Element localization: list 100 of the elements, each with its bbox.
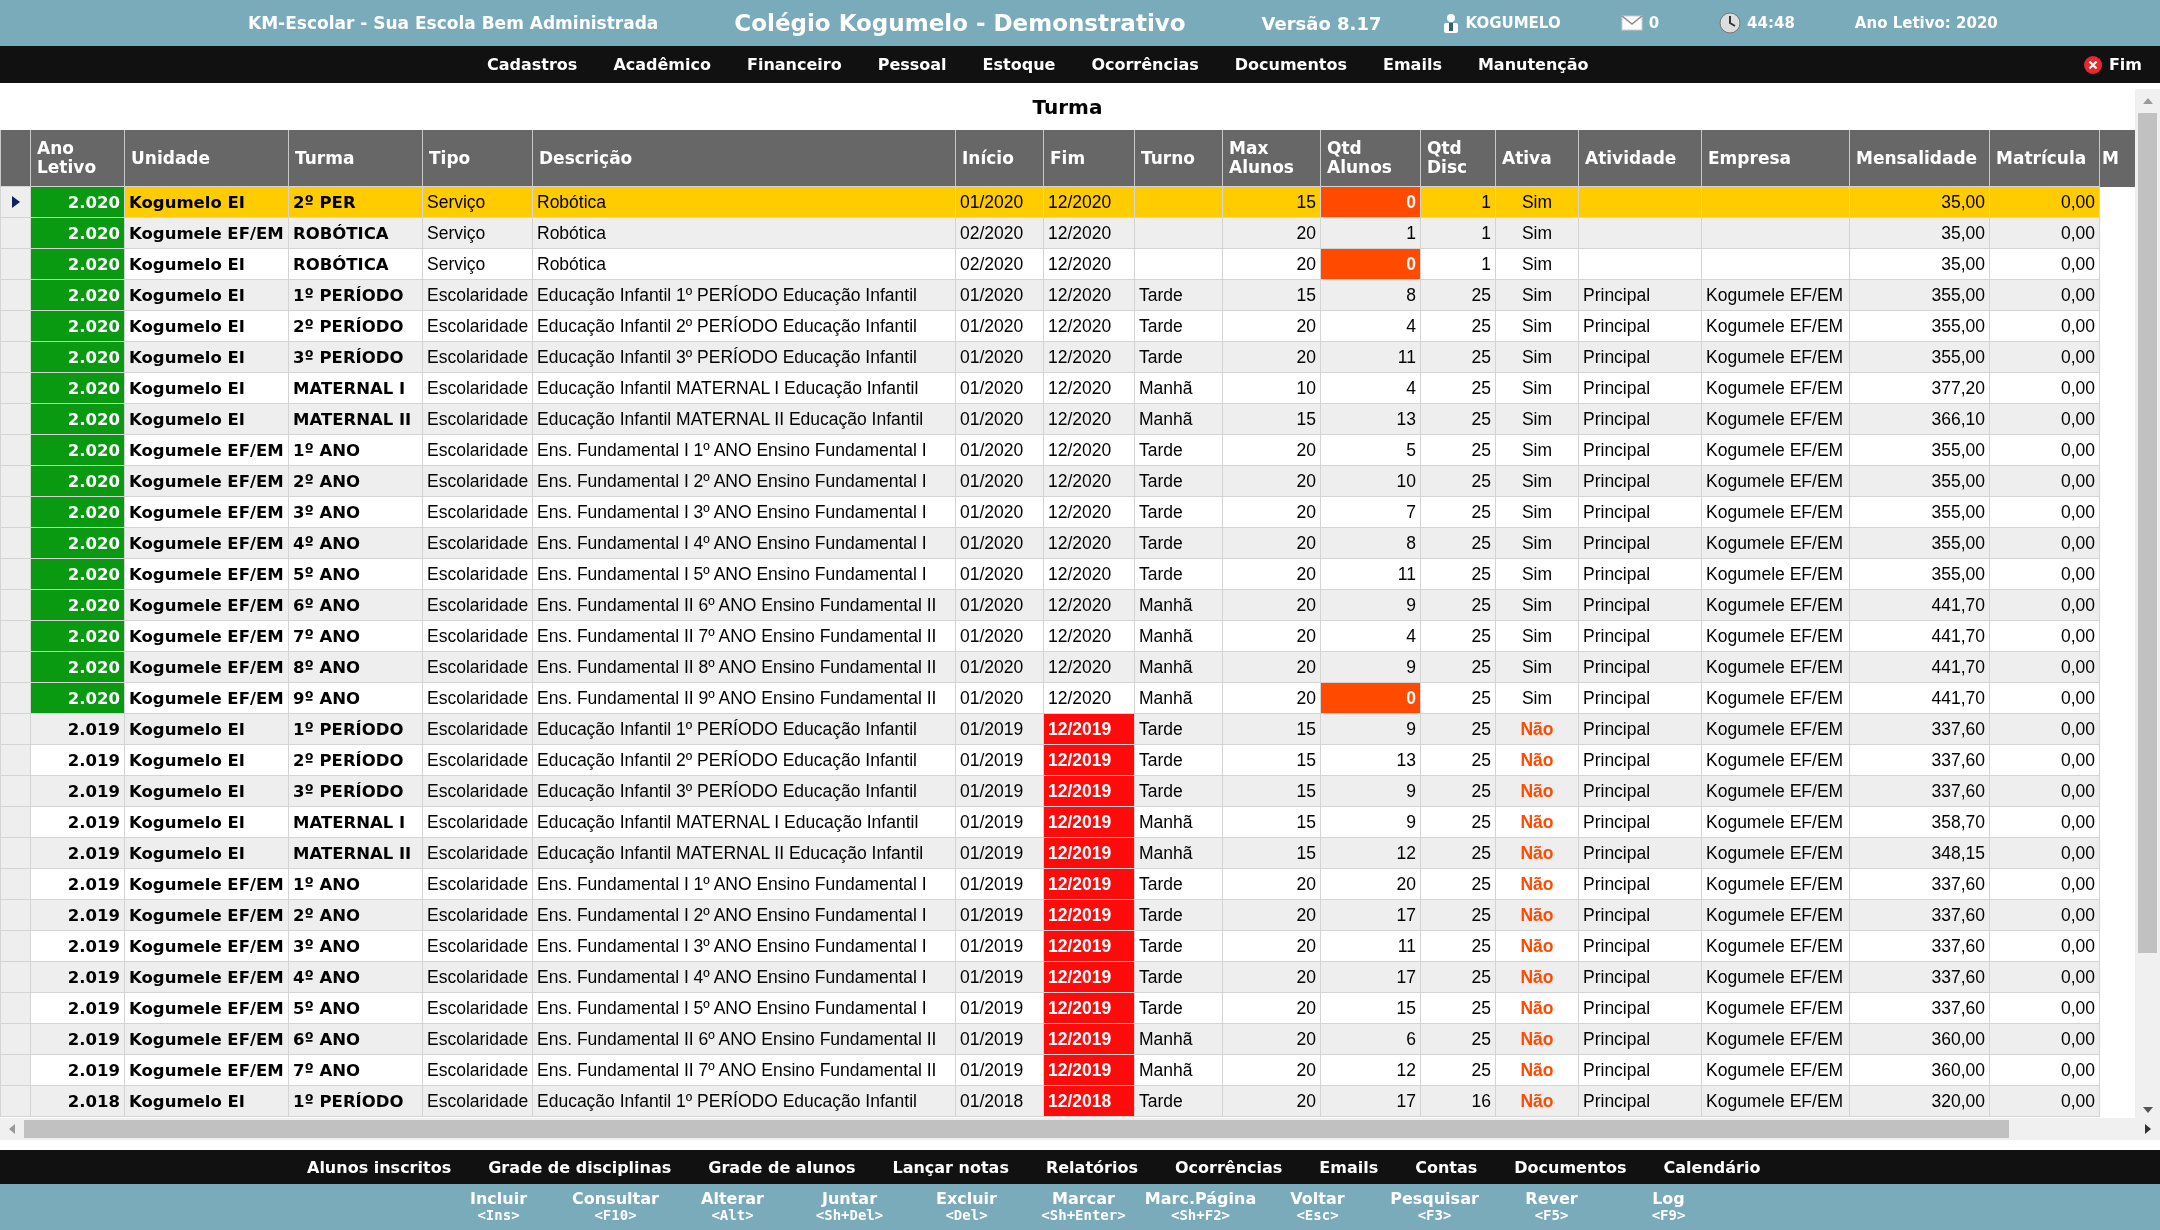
table-cell: MATERNAL II <box>288 403 423 435</box>
table-cell: 9 <box>1320 713 1421 745</box>
table-cell: 337,60 <box>1849 713 1990 745</box>
horizontal-scrollbar[interactable] <box>0 1118 2160 1140</box>
column-header[interactable]: Atividade <box>1578 130 1702 187</box>
column-header[interactable]: Mensalidade <box>1849 130 1990 187</box>
table-cell: Kogumele EF/EM <box>1701 496 1850 528</box>
table-cell: 2.020 <box>30 620 125 652</box>
column-header[interactable]: Ativa <box>1495 130 1579 187</box>
table-cell: 12/2018 <box>1043 1085 1135 1117</box>
column-header[interactable]: Matrícula <box>1989 130 2100 187</box>
detail-link[interactable]: Emails <box>1319 1157 1379 1177</box>
detail-link[interactable]: Alunos inscritos <box>307 1157 452 1177</box>
column-header[interactable]: Empresa <box>1701 130 1850 187</box>
table-cell: 0,00 <box>1989 620 2100 652</box>
table-cell: Kogumelo EI <box>124 806 289 838</box>
table-cell: 12/2020 <box>1043 248 1135 280</box>
menu-item[interactable]: Manutenção <box>1477 55 1589 74</box>
scroll-down-icon[interactable] <box>2141 1106 2154 1114</box>
table-cell: Kogumele EF/EM <box>124 217 289 249</box>
table-cell: 0,00 <box>1989 837 2100 869</box>
table-cell: 2.020 <box>30 682 125 714</box>
column-header[interactable]: Turma <box>288 130 423 187</box>
detail-link[interactable]: Documentos <box>1514 1157 1627 1177</box>
table-cell: Serviço <box>422 248 533 280</box>
table-cell: 0,00 <box>1989 1054 2100 1086</box>
column-header[interactable]: Qtd Alunos <box>1320 130 1421 187</box>
table-cell: Kogumelo EI <box>124 775 289 807</box>
table-cell: 25 <box>1420 558 1496 590</box>
table-cell: 20 <box>1222 682 1321 714</box>
table-cell: 0,00 <box>1989 992 2100 1024</box>
table-cell: Escolaridade <box>422 992 533 1024</box>
table-cell: 6º ANO <box>288 1023 423 1055</box>
column-header[interactable]: Max Alunos <box>1222 130 1321 187</box>
column-header[interactable]: Fim <box>1043 130 1135 187</box>
detail-link[interactable]: Grade de alunos <box>708 1157 856 1177</box>
envelope-icon[interactable] <box>1620 15 1643 31</box>
table-cell: 20 <box>1222 930 1321 962</box>
table-cell: 12/2020 <box>1043 651 1135 683</box>
scroll-thumb[interactable] <box>2138 113 2157 953</box>
table-cell: Sim <box>1495 217 1579 249</box>
table-cell: Escolaridade <box>422 527 533 559</box>
menu-item[interactable]: Ocorrências <box>1091 55 1199 74</box>
table-cell: 20 <box>1222 651 1321 683</box>
table-cell: Kogumele EF/EM <box>1701 403 1850 435</box>
table-cell: 3º ANO <box>288 496 423 528</box>
menu-item[interactable]: Estoque <box>982 55 1056 74</box>
detail-link[interactable]: Contas <box>1415 1157 1478 1177</box>
table-cell: 01/2019 <box>955 961 1044 993</box>
table-cell: Educação Infantil MATERNAL I Educação Infantil <box>532 806 956 838</box>
scroll-up-icon[interactable] <box>2141 97 2154 105</box>
scroll-thumb[interactable] <box>24 1120 2009 1138</box>
table-cell: Tarde <box>1134 465 1223 497</box>
table-cell: 25 <box>1420 589 1496 621</box>
table-cell: 0,00 <box>1989 465 2100 497</box>
table-cell: Sim <box>1495 310 1579 342</box>
table-cell: Escolaridade <box>422 341 533 373</box>
table-cell: Escolaridade <box>422 558 533 590</box>
column-header[interactable]: M <box>2099 130 2135 187</box>
column-header[interactable]: Tipo <box>422 130 533 187</box>
detail-link[interactable]: Relatórios <box>1045 1157 1138 1177</box>
table-cell: 20 <box>1222 620 1321 652</box>
exit-button[interactable]: Fim <box>2080 52 2144 77</box>
menu-item[interactable]: Emails <box>1383 55 1442 74</box>
table-cell: 4 <box>1320 620 1421 652</box>
table-cell: 441,70 <box>1849 589 1990 621</box>
vertical-scrollbar[interactable] <box>2135 89 2160 1118</box>
scroll-right-icon[interactable] <box>2144 1123 2152 1135</box>
detail-link[interactable]: Calendário <box>1663 1157 1761 1177</box>
scroll-left-icon[interactable] <box>8 1123 16 1135</box>
table-cell: Escolaridade <box>422 744 533 776</box>
table-cell: 25 <box>1420 1054 1496 1086</box>
table-cell: Principal <box>1578 279 1702 311</box>
menu-item[interactable]: Pessoal <box>877 55 947 74</box>
column-header[interactable]: Início <box>955 130 1044 187</box>
table-cell: Principal <box>1578 1085 1702 1117</box>
table-cell: 12/2020 <box>1043 620 1135 652</box>
table-cell: Kogumele EF/EM <box>124 651 289 683</box>
column-header[interactable]: Descrição <box>532 130 956 187</box>
menu-item[interactable]: Financeiro <box>747 55 842 74</box>
table-cell: Ens. Fundamental II 8º ANO Ensino Fundamental II <box>532 651 956 683</box>
menu-item[interactable]: Cadastros <box>487 55 578 74</box>
table-cell: 12/2020 <box>1043 279 1135 311</box>
table-cell: Educação Infantil 3º PERÍODO Educação Infantil <box>532 341 956 373</box>
menu-item[interactable]: Documentos <box>1234 55 1347 74</box>
menu-item[interactable]: Acadêmico <box>613 55 711 74</box>
table-cell: 25 <box>1420 620 1496 652</box>
table-cell: Principal <box>1578 341 1702 373</box>
column-header[interactable]: Turno <box>1134 130 1223 187</box>
column-header[interactable]: Ano Letivo <box>30 130 125 187</box>
column-header[interactable]: Unidade <box>124 130 289 187</box>
table-cell: 6 <box>1320 1023 1421 1055</box>
table-cell: Kogumelo EI <box>124 1085 289 1117</box>
detail-link[interactable]: Grade de disciplinas <box>488 1157 672 1177</box>
table-cell: Não <box>1495 775 1579 807</box>
table-cell: Tarde <box>1134 558 1223 590</box>
detail-link[interactable]: Ocorrências <box>1174 1157 1283 1177</box>
detail-link[interactable]: Lançar notas <box>892 1157 1009 1177</box>
table-cell: Kogumele EF/EM <box>124 899 289 931</box>
column-header[interactable]: Qtd Disc <box>1420 130 1496 187</box>
